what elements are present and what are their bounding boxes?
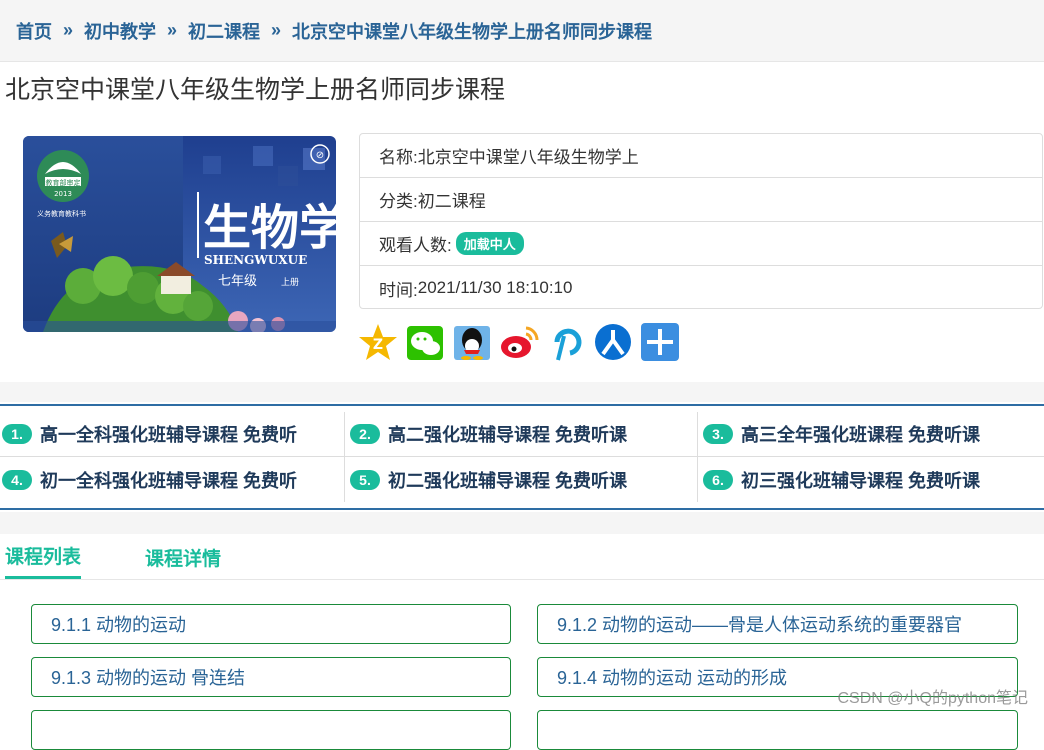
svg-text:Z: Z [373, 337, 383, 353]
grid-divider [344, 412, 345, 502]
promo-number: 2. [350, 424, 380, 444]
lesson-item[interactable]: 9.1.3 动物的运动 骨连结 [31, 657, 511, 697]
section-divider [0, 512, 1044, 534]
category-value: 初二课程 [417, 192, 486, 211]
promo-item[interactable]: 6. 初三强化班辅导课程 免费听课 [701, 458, 1044, 502]
watermark: CSDN @小Q的python笔记 [837, 690, 1028, 707]
info-row-name: 名称: 北京空中课堂八年级生物学上 [360, 134, 1042, 178]
viewers-label: 观看人数: [379, 236, 452, 255]
section-divider [0, 382, 1044, 402]
lesson-item-partial[interactable] [537, 710, 1018, 750]
course-info-table: 名称: 北京空中课堂八年级生物学上 分类: 初二课程 观看人数: 加载中人 时间… [359, 133, 1043, 309]
grid-divider [0, 456, 1044, 457]
time-value: 2021/11/30 18:10:10 [417, 278, 573, 297]
promo-item[interactable]: 5. 初二强化班辅导课程 免费听课 [348, 458, 696, 502]
breadcrumb: 首页 » 初中教学 » 初二课程 » 北京空中课堂八年级生物学上册名师同步课程 [0, 0, 1044, 62]
promo-text: 初二强化班辅导课程 免费听课 [388, 471, 627, 491]
qzone-icon[interactable]: Z [358, 322, 398, 362]
promo-number: 3. [703, 424, 733, 444]
name-value: 北京空中课堂八年级生物学上 [417, 148, 639, 167]
name-label: 名称: [379, 148, 418, 167]
promo-number: 1. [2, 424, 32, 444]
lesson-item[interactable]: 9.1.1 动物的运动 [31, 604, 511, 644]
promo-text: 高二强化班辅导课程 免费听课 [388, 425, 627, 445]
promo-number: 4. [2, 470, 32, 490]
wechat-icon[interactable] [405, 322, 445, 362]
breadcrumb-home-link[interactable]: 首页 [16, 18, 52, 44]
promo-text: 初三强化班辅导课程 免费听课 [741, 471, 980, 491]
weibo-icon[interactable] [499, 322, 539, 362]
promo-item[interactable]: 4. 初一全科强化班辅导课程 免费听 [0, 458, 344, 502]
promo-text: 初一全科强化班辅导课程 免费听 [40, 471, 297, 491]
breadcrumb-separator: » [167, 20, 178, 40]
tab-course-detail[interactable]: 课程详情 [145, 535, 221, 579]
category-label: 分类: [379, 192, 418, 211]
promo-item[interactable]: 3. 高三全年强化班课程 免费听课 [701, 412, 1044, 456]
course-cover-image: 教育部审定 2013 义务教育教科书 ⊘ 生物学 SHENGWUXUE 七年级 … [23, 136, 336, 332]
breadcrumb-grade8-link[interactable]: 初二课程 [188, 18, 260, 44]
lesson-item-partial[interactable] [31, 710, 511, 750]
viewers-badge: 加载中人 [455, 232, 524, 255]
promo-item[interactable]: 2. 高二强化班辅导课程 免费听课 [348, 412, 696, 456]
cover-grade: 七年级 [218, 274, 257, 289]
cover-title: 生物学 [203, 200, 336, 256]
cover-pinyin: SHENGWUXUE [204, 253, 307, 267]
cover-logo-year: 2013 [54, 190, 72, 198]
cover-logo-text: 教育部审定 [46, 178, 81, 187]
info-row-viewers: 观看人数: 加载中人 [360, 222, 1042, 266]
promo-number: 5. [350, 470, 380, 490]
breadcrumb-separator: » [271, 20, 282, 40]
promo-course-grid: 1. 高一全科强化班辅导课程 免费听 2. 高二强化班辅导课程 免费听课 3. … [0, 404, 1044, 510]
time-label: 时间: [379, 280, 418, 300]
page-title: 北京空中课堂八年级生物学上册名师同步课程 [5, 76, 506, 104]
promo-number: 6. [703, 470, 733, 490]
breadcrumb-current-link[interactable]: 北京空中课堂八年级生物学上册名师同步课程 [292, 18, 652, 44]
cover-series-text: 义务教育教科书 [37, 209, 86, 218]
info-row-time: 时间: 2021/11/30 18:10:10 [360, 266, 1042, 310]
cover-volume: 上册 [281, 277, 299, 288]
pinterest-icon[interactable] [546, 322, 586, 362]
renren-icon[interactable] [593, 322, 633, 362]
breadcrumb-junior-link[interactable]: 初中教学 [84, 18, 156, 44]
share-bar: Z [358, 322, 680, 362]
qq-icon[interactable] [452, 322, 492, 362]
tab-course-list[interactable]: 课程列表 [5, 535, 82, 579]
more-share-icon[interactable] [640, 322, 680, 362]
course-tabs: 课程列表 课程详情 [0, 535, 1044, 580]
grid-divider [697, 412, 698, 502]
promo-text: 高三全年强化班课程 免费听课 [741, 425, 980, 445]
info-row-category: 分类: 初二课程 [360, 178, 1042, 222]
lesson-item[interactable]: 9.1.2 动物的运动——骨是人体运动系统的重要器官 [537, 604, 1018, 644]
promo-text: 高一全科强化班辅导课程 免费听 [40, 425, 297, 445]
breadcrumb-separator: » [63, 20, 74, 40]
svg-text:⊘: ⊘ [316, 150, 324, 161]
promo-item[interactable]: 1. 高一全科强化班辅导课程 免费听 [0, 412, 344, 456]
